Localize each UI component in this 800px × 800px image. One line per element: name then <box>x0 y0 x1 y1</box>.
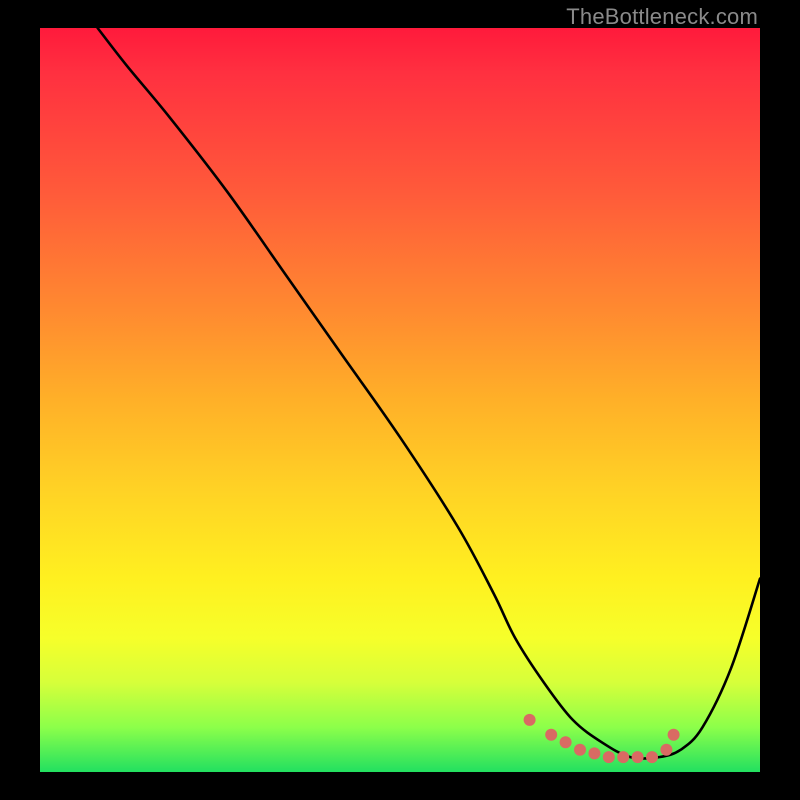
curve-layer <box>98 28 760 759</box>
optimal-dot <box>660 744 672 756</box>
chart-svg <box>40 28 760 772</box>
optimal-dot <box>617 751 629 763</box>
watermark-text: TheBottleneck.com <box>566 4 758 30</box>
optimal-dot <box>524 714 536 726</box>
optimal-dot <box>560 736 572 748</box>
optimal-dot <box>603 751 615 763</box>
bottleneck-curve <box>98 28 760 759</box>
optimal-range-dots <box>524 714 680 763</box>
optimal-dot <box>632 751 644 763</box>
optimal-dot <box>574 744 586 756</box>
optimal-dot <box>668 729 680 741</box>
optimal-dot <box>588 747 600 759</box>
optimal-dot <box>646 751 658 763</box>
chart-frame: TheBottleneck.com <box>0 0 800 800</box>
plot-area <box>40 28 760 772</box>
optimal-dot <box>545 729 557 741</box>
